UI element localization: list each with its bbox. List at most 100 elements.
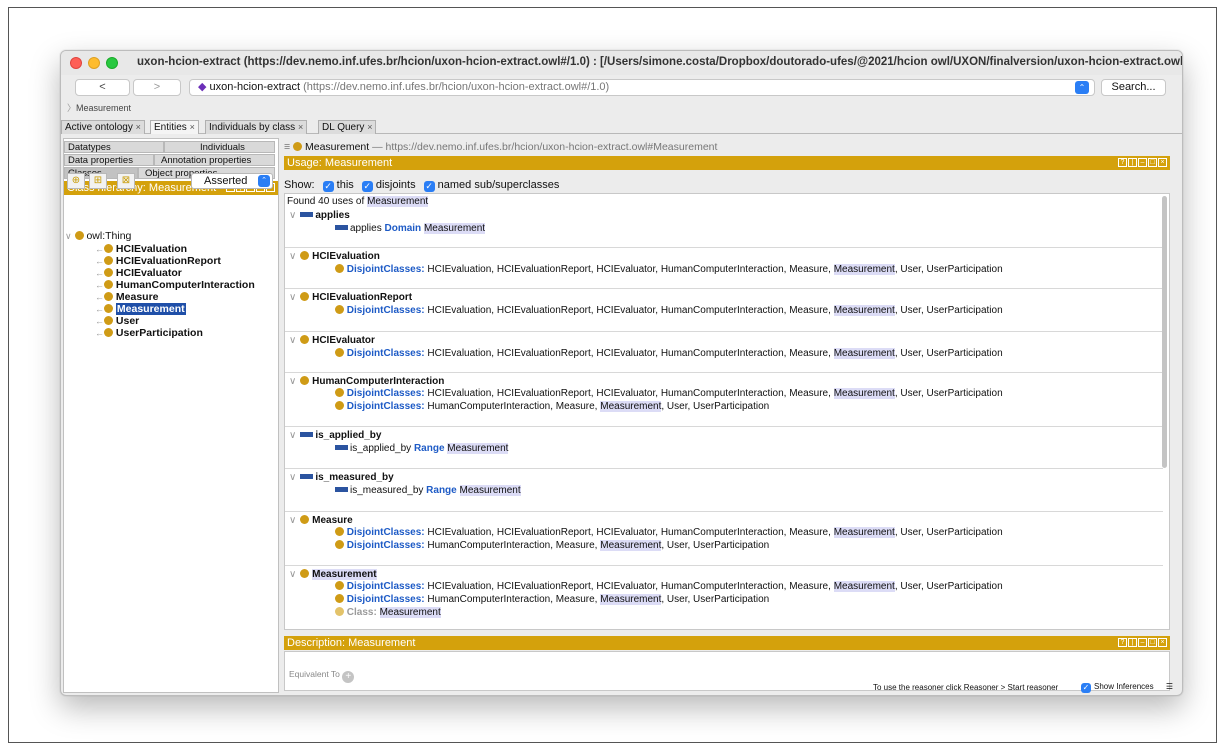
forward-button[interactable]: > [133,79,181,96]
show-inferences-toggle[interactable]: ✓ Show Inferences ☰ [1076,682,1173,693]
axiom-text: HCIEvaluation, HCIEvaluationReport, HCIE… [427,264,831,275]
axiom-row[interactable]: DisjointClasses: HCIEvaluation, HCIEvalu… [335,305,1003,316]
minimize-view-icon[interactable]: – [1138,638,1147,647]
collapse-chevron-icon[interactable]: ∨ [289,515,296,526]
axiom-row[interactable]: DisjointClasses: HumanComputerInteractio… [335,540,769,551]
minimize-view-icon[interactable]: – [1138,158,1147,167]
axiom-row[interactable]: is_applied_by Range Measurement [335,443,509,454]
class-icon [300,515,310,524]
axiom-row[interactable]: DisjointClasses: HumanComputerInteractio… [335,401,769,412]
axiom-row[interactable]: applies Domain Measurement [335,223,486,234]
add-subclass-icon[interactable]: ⊕ [67,173,85,189]
collapse-chevron-icon[interactable]: ∨ [289,569,296,580]
checkbox-checked-icon[interactable]: ✓ [423,181,435,192]
subtab-individuals[interactable]: Individuals [164,141,275,153]
back-button[interactable]: < [75,79,130,96]
axiom-row[interactable]: Class: Measurement [335,607,441,618]
show-option-disjoints[interactable]: disjoints [376,179,416,191]
list-icon[interactable]: ☰ [1166,682,1173,691]
float-icon[interactable]: | [1128,158,1137,167]
show-option-named-sub-superclasses[interactable]: named sub/superclasses [438,179,560,191]
protege-window: uxon-hcion-extract (https://dev.nemo.inf… [60,50,1183,696]
checkbox-checked-icon[interactable]: ✓ [1081,683,1091,693]
axiom-row[interactable]: is_measured_by Range Measurement [335,485,521,496]
maximize-view-icon[interactable]: □ [1148,638,1157,647]
tab-dl-query[interactable]: DL Query × [318,120,377,134]
axiom-row[interactable]: DisjointClasses: HCIEvaluation, HCIEvalu… [335,264,1003,275]
hierarchy-mode-value: Asserted [204,175,248,187]
tree-node-class[interactable]: ← UserParticipation [95,327,203,340]
axiom-text: HCIEvaluation, HCIEvaluationReport, HCIE… [427,305,831,316]
axiom-row[interactable]: DisjointClasses: HCIEvaluation, HCIEvalu… [335,527,1003,538]
usage-group-hcievaluation[interactable]: ∨ HCIEvaluation DisjointClasses: HCIEval… [285,248,1163,289]
usage-group-hcievaluator[interactable]: ∨ HCIEvaluator DisjointClasses: HCIEvalu… [285,332,1163,373]
axiom-row[interactable]: DisjointClasses: HCIEvaluation, HCIEvalu… [335,348,1003,359]
search-button[interactable]: Search... [1101,79,1166,96]
tree-node-label: UserParticipation [115,327,203,339]
tree-node-label: Measurement [115,303,186,315]
breadcrumb-item[interactable]: Measurement [76,103,131,113]
hierarchy-mode-select[interactable]: Asserted ⌃ [191,173,273,189]
usage-group-hcievaluationreport[interactable]: ∨ HCIEvaluationReport DisjointClasses: H… [285,289,1163,332]
tab-entities[interactable]: Entities × [150,120,199,134]
entity-name: Measurement [304,141,370,153]
ontology-url-field[interactable]: ◆ uxon-hcion-extract (https://dev.nemo.i… [189,79,1095,96]
menu-icon[interactable]: ≡ [284,141,290,153]
group-title: HCIEvaluationReport [312,292,413,303]
class-icon [104,256,113,265]
collapse-chevron-icon[interactable]: ∨ [289,472,296,483]
subtab-annotation-properties[interactable]: Annotation properties [154,154,275,166]
axiom-row[interactable]: DisjointClasses: HCIEvaluation, HCIEvalu… [335,388,1003,399]
usage-scrollbar[interactable] [1162,196,1167,468]
ontology-select-stepper-icon[interactable]: ⌃ [1075,81,1089,94]
checkbox-checked-icon[interactable]: ✓ [361,181,373,192]
usage-group-applies[interactable]: ∨ applies applies Domain Measurement [285,207,1163,248]
collapse-chevron-icon[interactable]: ∨ [289,376,296,387]
usage-group-measure[interactable]: ∨ Measure DisjointClasses: HCIEvaluation… [285,512,1163,566]
collapse-chevron-icon[interactable]: ∨ [289,251,296,262]
zoom-window-icon[interactable] [106,57,118,69]
axiom-row[interactable]: DisjointClasses: HumanComputerInteractio… [335,594,769,605]
subtab-data-properties[interactable]: Data properties [64,154,154,166]
float-icon[interactable]: | [1128,638,1137,647]
tree-connector-icon: ← [95,292,104,302]
axiom-row[interactable]: DisjointClasses: HCIEvaluation, HCIEvalu… [335,581,1003,592]
usage-group-is-measured-by[interactable]: ∨ is_measured_by is_measured_by Range Mea… [285,469,1163,512]
help-icon[interactable]: ? [1118,158,1127,167]
tab-active-ontology[interactable]: Active ontology × [61,120,145,134]
add-sibling-class-icon[interactable]: ⊞ [89,173,107,189]
tab-close-icon[interactable]: × [190,122,195,132]
tab-close-icon[interactable]: × [367,122,372,132]
class-icon [335,607,344,616]
close-view-icon[interactable]: × [1158,158,1167,167]
tree-connector-icon: ← [95,268,104,278]
maximize-view-icon[interactable]: □ [1148,158,1157,167]
delete-class-icon[interactable]: ⊠ [117,173,135,189]
axiom-keyword: Class: [346,607,377,618]
tree-connector-icon: ← [95,316,104,326]
tab-close-icon[interactable]: × [136,122,141,132]
close-view-icon[interactable]: × [1158,638,1167,647]
tree-node-owl-thing[interactable]: ∨ owl:Thing [65,230,131,243]
show-option-this[interactable]: this [337,179,354,191]
tab-individuals-by-class[interactable]: Individuals by class × [205,120,308,134]
usage-group-is-applied-by[interactable]: ∨ is_applied_by is_applied_by Range Measu… [285,427,1163,469]
usage-group-measurement[interactable]: ∨ Measurement DisjointClasses: HCIEvalua… [285,566,1163,629]
collapse-chevron-icon[interactable]: ∨ [65,231,72,241]
collapse-chevron-icon[interactable]: ∨ [289,335,296,346]
axiom-entity: Measurement [833,581,895,592]
collapse-chevron-icon[interactable]: ∨ [289,430,296,441]
equivalent-to-label: Equivalent To [289,669,340,679]
collapse-chevron-icon[interactable]: ∨ [289,292,296,303]
select-stepper-icon: ⌃ [258,175,270,187]
help-icon[interactable]: ? [1118,638,1127,647]
usage-group-humancomputerinteraction[interactable]: ∨ HumanComputerInteraction DisjointClass… [285,373,1163,427]
subtab-datatypes[interactable]: Datatypes [64,141,164,153]
minimize-window-icon[interactable] [88,57,100,69]
tab-close-icon[interactable]: × [298,122,303,132]
class-icon [335,348,344,357]
usage-title: Usage: Measurement [287,157,393,169]
collapse-chevron-icon[interactable]: ∨ [289,210,296,221]
checkbox-checked-icon[interactable]: ✓ [322,181,334,192]
close-window-icon[interactable] [70,57,82,69]
